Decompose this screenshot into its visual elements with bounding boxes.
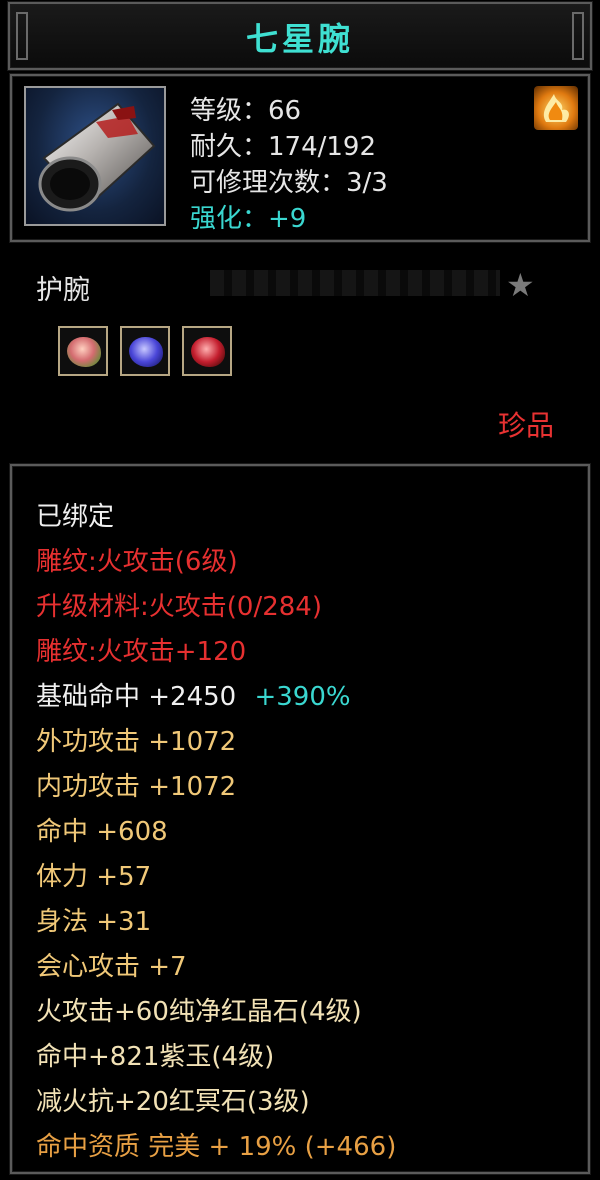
fire-icon[interactable]: [534, 86, 578, 130]
stat-line: 外功攻击 +1072: [36, 727, 237, 757]
quality-label: 珍品: [497, 409, 554, 442]
stat-line: 雕纹:火攻击+120: [36, 637, 247, 667]
quality-stat-line: 命中资质 完美 + 19% (+466): [36, 1132, 397, 1162]
bound-status: 已绑定: [36, 502, 115, 532]
faded-decoration: [210, 270, 500, 296]
red-gem-icon[interactable]: [58, 326, 108, 376]
stat-line: 体力 +57: [36, 862, 152, 892]
stat-line: 雕纹:火攻击(6级): [36, 547, 238, 577]
level-text: 等级：66: [190, 96, 302, 126]
item-type: 护腕: [36, 275, 90, 306]
stat-line: 命中 +608: [36, 817, 168, 847]
item-name: 七星腕: [245, 20, 354, 58]
stat-text: 基础命中 +2450: [36, 682, 237, 712]
enhance-text: 强化：+9: [190, 204, 307, 234]
stat-line: 会心攻击 +7: [36, 952, 187, 982]
stat-line: 升级材料:火攻击(0/284): [36, 592, 322, 622]
stat-bonus: +390%: [254, 682, 351, 712]
durability-text: 耐久：174/192: [190, 132, 377, 162]
red-stone-icon[interactable]: [182, 326, 232, 376]
stat-line: 内功攻击 +1072: [36, 772, 237, 802]
star-icon[interactable]: ★: [506, 266, 535, 304]
stat-line: 身法 +31: [36, 907, 152, 937]
repair-count-text: 可修理次数：3/3: [190, 168, 388, 198]
purple-jade-icon[interactable]: [120, 326, 170, 376]
bracer-icon[interactable]: [24, 86, 166, 226]
gem-stat-line: 减火抗+20红冥石(3级): [36, 1087, 310, 1117]
item-header: 等级：66 耐久：174/192 可修理次数：3/3 强化：+9: [10, 74, 590, 242]
stat-line: 基础命中 +2450 +390%: [36, 676, 351, 713]
gem-stat-line: 火攻击+60纯净红晶石(4级): [36, 997, 362, 1027]
gem-stat-line: 命中+821紫玉(4级): [36, 1042, 275, 1072]
title-bar: 七星腕: [8, 2, 592, 70]
